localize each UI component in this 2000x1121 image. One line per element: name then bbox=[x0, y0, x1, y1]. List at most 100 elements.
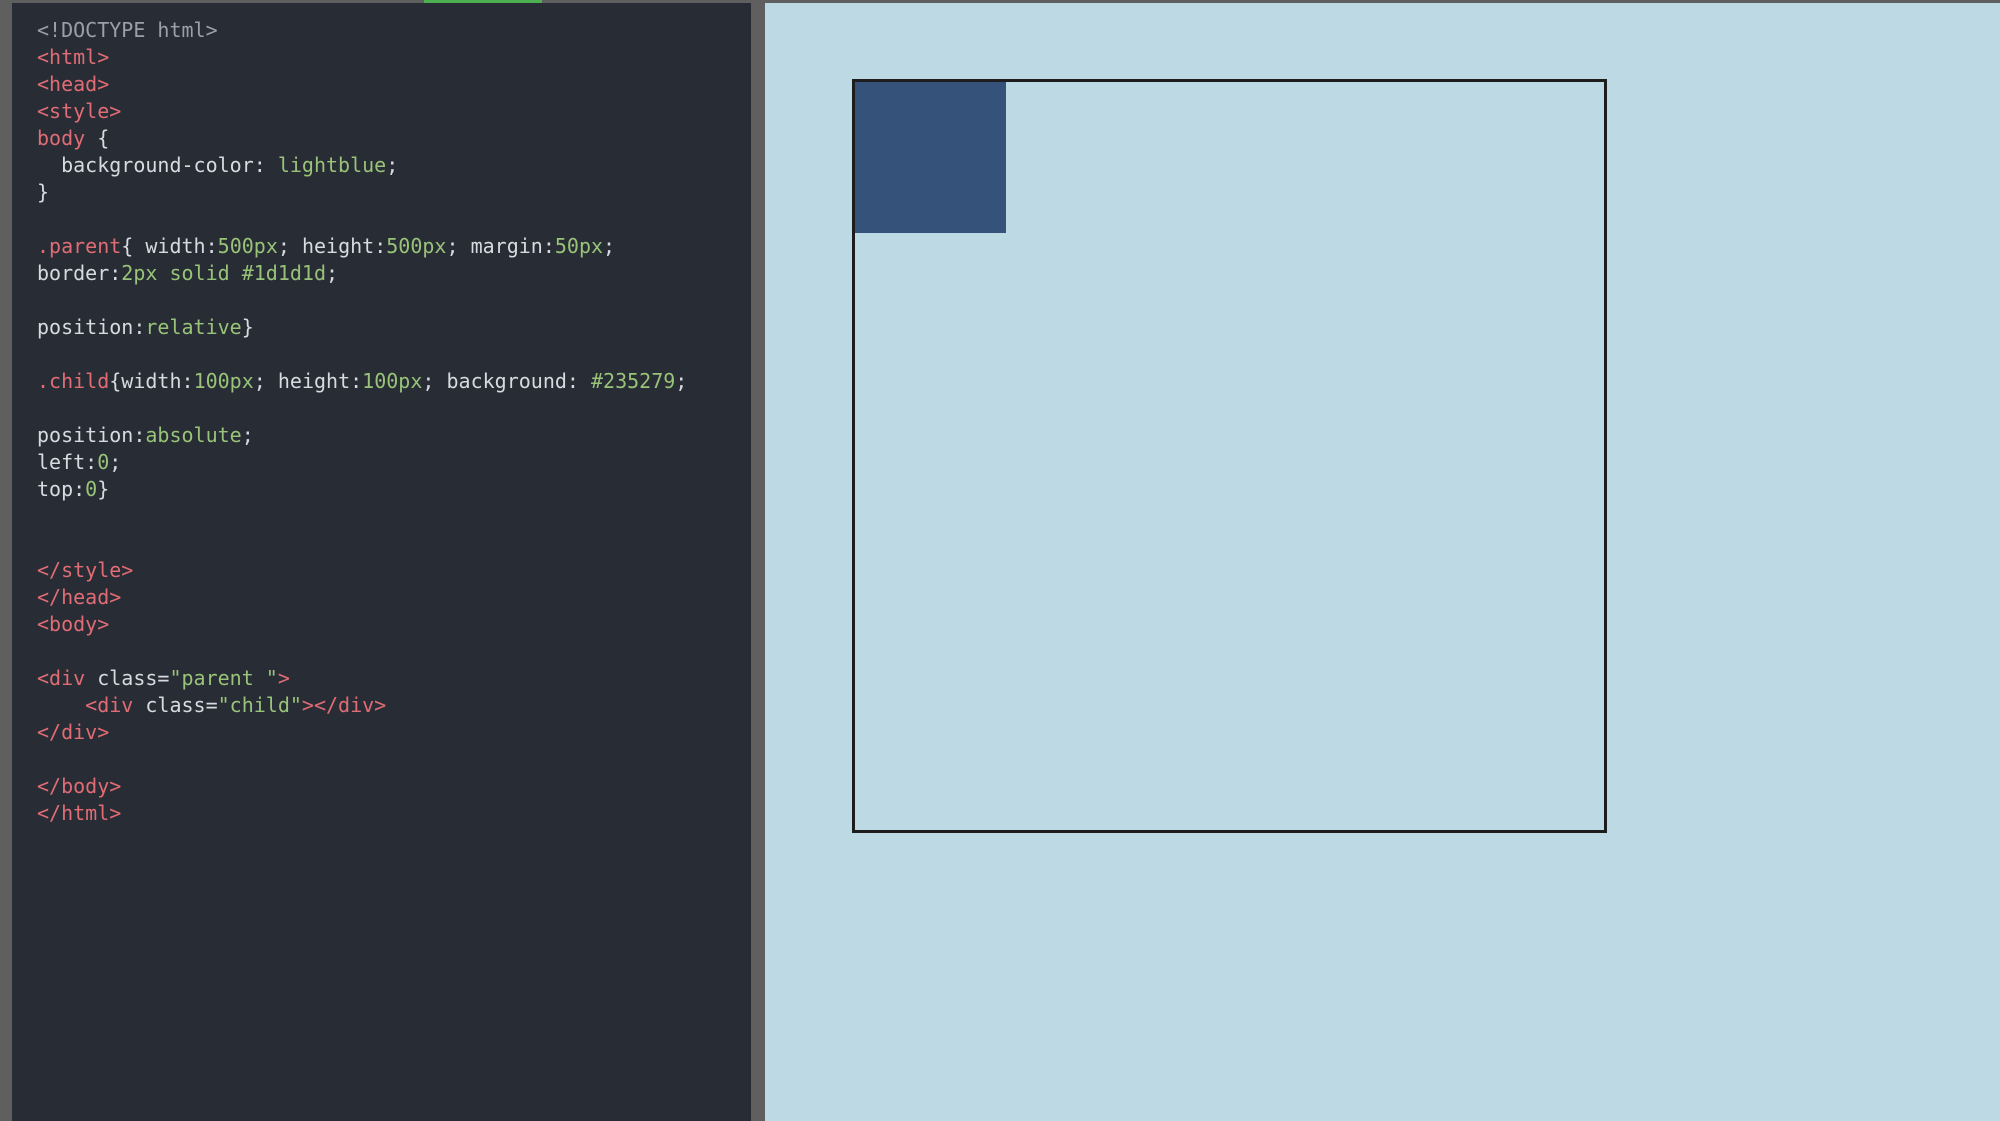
code-token: > bbox=[277, 666, 290, 690]
code-token: width bbox=[145, 234, 206, 258]
code-line[interactable]: body { bbox=[37, 125, 687, 152]
code-token: } bbox=[241, 315, 254, 339]
code-token: top bbox=[37, 477, 74, 501]
code-line[interactable]: ​ bbox=[37, 341, 687, 368]
code-token: : bbox=[253, 153, 278, 177]
code-line[interactable]: ​ bbox=[37, 206, 687, 233]
code-token: height bbox=[301, 234, 375, 258]
code-line[interactable]: top:0} bbox=[37, 476, 687, 503]
code-token: : bbox=[109, 261, 122, 285]
code-token: background-color bbox=[37, 153, 254, 177]
code-token: ; bbox=[446, 234, 471, 258]
code-token: "parent " bbox=[169, 666, 278, 690]
code-token: </head> bbox=[37, 585, 122, 609]
code-token: 100px bbox=[193, 369, 254, 393]
code-line[interactable]: <!DOCTYPE html> bbox=[37, 17, 687, 44]
code-token: <head> bbox=[37, 72, 110, 96]
code-token: ; bbox=[326, 261, 339, 285]
code-token: ></div> bbox=[301, 693, 387, 717]
code-token: ; bbox=[603, 234, 616, 258]
code-line[interactable]: <div class="child"></div> bbox=[37, 692, 687, 719]
code-line[interactable]: .parent{ width:500px; height:500px; marg… bbox=[37, 233, 687, 260]
code-token: : bbox=[133, 423, 146, 447]
code-token: : bbox=[350, 369, 363, 393]
code-token: position bbox=[37, 315, 134, 339]
code-line[interactable]: background-color: lightblue; bbox=[37, 152, 687, 179]
code-token: ; bbox=[386, 153, 399, 177]
code-line[interactable]: ​ bbox=[37, 287, 687, 314]
code-token: position bbox=[37, 423, 134, 447]
code-token: </style> bbox=[37, 558, 134, 582]
preview-child-box bbox=[855, 82, 1006, 233]
code-token: class= bbox=[97, 666, 170, 690]
code-token: lightblue bbox=[277, 153, 387, 177]
code-line[interactable]: position:absolute; bbox=[37, 422, 687, 449]
code-token: 500px bbox=[217, 234, 278, 258]
code-token: : bbox=[542, 234, 555, 258]
code-line[interactable]: ​ bbox=[37, 746, 687, 773]
code-line[interactable]: border:2px solid #1d1d1d; bbox=[37, 260, 687, 287]
code-token: { bbox=[121, 234, 146, 258]
code-token: border bbox=[37, 261, 110, 285]
code-token: height bbox=[277, 369, 351, 393]
code-line[interactable]: ​ bbox=[37, 503, 687, 530]
code-token: <div bbox=[37, 666, 98, 690]
code-token: absolute bbox=[145, 423, 242, 447]
code-token: ; bbox=[277, 234, 302, 258]
code-editor[interactable]: <!DOCTYPE html> <html> <head> <style> body {… bbox=[12, 3, 751, 1121]
code-line[interactable]: </html> bbox=[37, 800, 687, 827]
code-token: : bbox=[181, 369, 194, 393]
code-content[interactable]: <!DOCTYPE html> <html> <head> <style> body {… bbox=[37, 17, 687, 827]
code-line[interactable]: </head> bbox=[37, 584, 687, 611]
code-token: background bbox=[446, 369, 567, 393]
code-token: } bbox=[37, 180, 50, 204]
code-line[interactable]: ​ bbox=[37, 395, 687, 422]
preview-parent-box bbox=[852, 79, 1607, 833]
code-token: ; bbox=[109, 450, 122, 474]
code-line[interactable]: <head> bbox=[37, 71, 687, 98]
code-token: ; bbox=[253, 369, 278, 393]
code-token: 500px bbox=[386, 234, 447, 258]
code-token: { bbox=[109, 369, 122, 393]
code-token: .parent bbox=[37, 234, 122, 258]
code-token: : bbox=[73, 477, 86, 501]
code-token: 100px bbox=[362, 369, 423, 393]
code-line[interactable]: <style> bbox=[37, 98, 687, 125]
code-line[interactable]: <body> bbox=[37, 611, 687, 638]
code-token: : bbox=[374, 234, 387, 258]
code-token: relative bbox=[145, 315, 242, 339]
code-token: : bbox=[566, 369, 591, 393]
code-token: <div bbox=[37, 693, 146, 717]
code-line[interactable]: } bbox=[37, 179, 687, 206]
left-gutter bbox=[0, 3, 12, 1121]
code-token: : bbox=[205, 234, 218, 258]
code-token: 0 bbox=[97, 450, 110, 474]
code-token: ; bbox=[422, 369, 447, 393]
code-token: class= bbox=[145, 693, 218, 717]
code-token: <body> bbox=[37, 612, 110, 636]
code-token: { bbox=[85, 126, 110, 150]
code-line[interactable]: <div class="parent "> bbox=[37, 665, 687, 692]
code-token: width bbox=[121, 369, 182, 393]
code-line[interactable]: ​ bbox=[37, 530, 687, 557]
code-token: 0 bbox=[85, 477, 98, 501]
code-token: <style> bbox=[37, 99, 122, 123]
pane-resize-handle[interactable] bbox=[751, 3, 765, 1121]
code-token: 50px bbox=[554, 234, 604, 258]
code-line[interactable]: <html> bbox=[37, 44, 687, 71]
code-line[interactable]: </body> bbox=[37, 773, 687, 800]
code-token: 2px solid #1d1d1d bbox=[121, 261, 326, 285]
code-token: .child bbox=[37, 369, 110, 393]
code-token: margin bbox=[470, 234, 543, 258]
code-line[interactable]: position:relative} bbox=[37, 314, 687, 341]
code-line[interactable]: ​ bbox=[37, 638, 687, 665]
code-token: #235279 bbox=[591, 369, 676, 393]
code-token: </div> bbox=[37, 720, 110, 744]
code-token: : bbox=[85, 450, 98, 474]
code-line[interactable]: left:0; bbox=[37, 449, 687, 476]
code-line[interactable]: </div> bbox=[37, 719, 687, 746]
code-line[interactable]: .child{width:100px; height:100px; backgr… bbox=[37, 368, 687, 395]
code-token: : bbox=[133, 315, 146, 339]
code-token: </body> bbox=[37, 774, 122, 798]
code-line[interactable]: </style> bbox=[37, 557, 687, 584]
